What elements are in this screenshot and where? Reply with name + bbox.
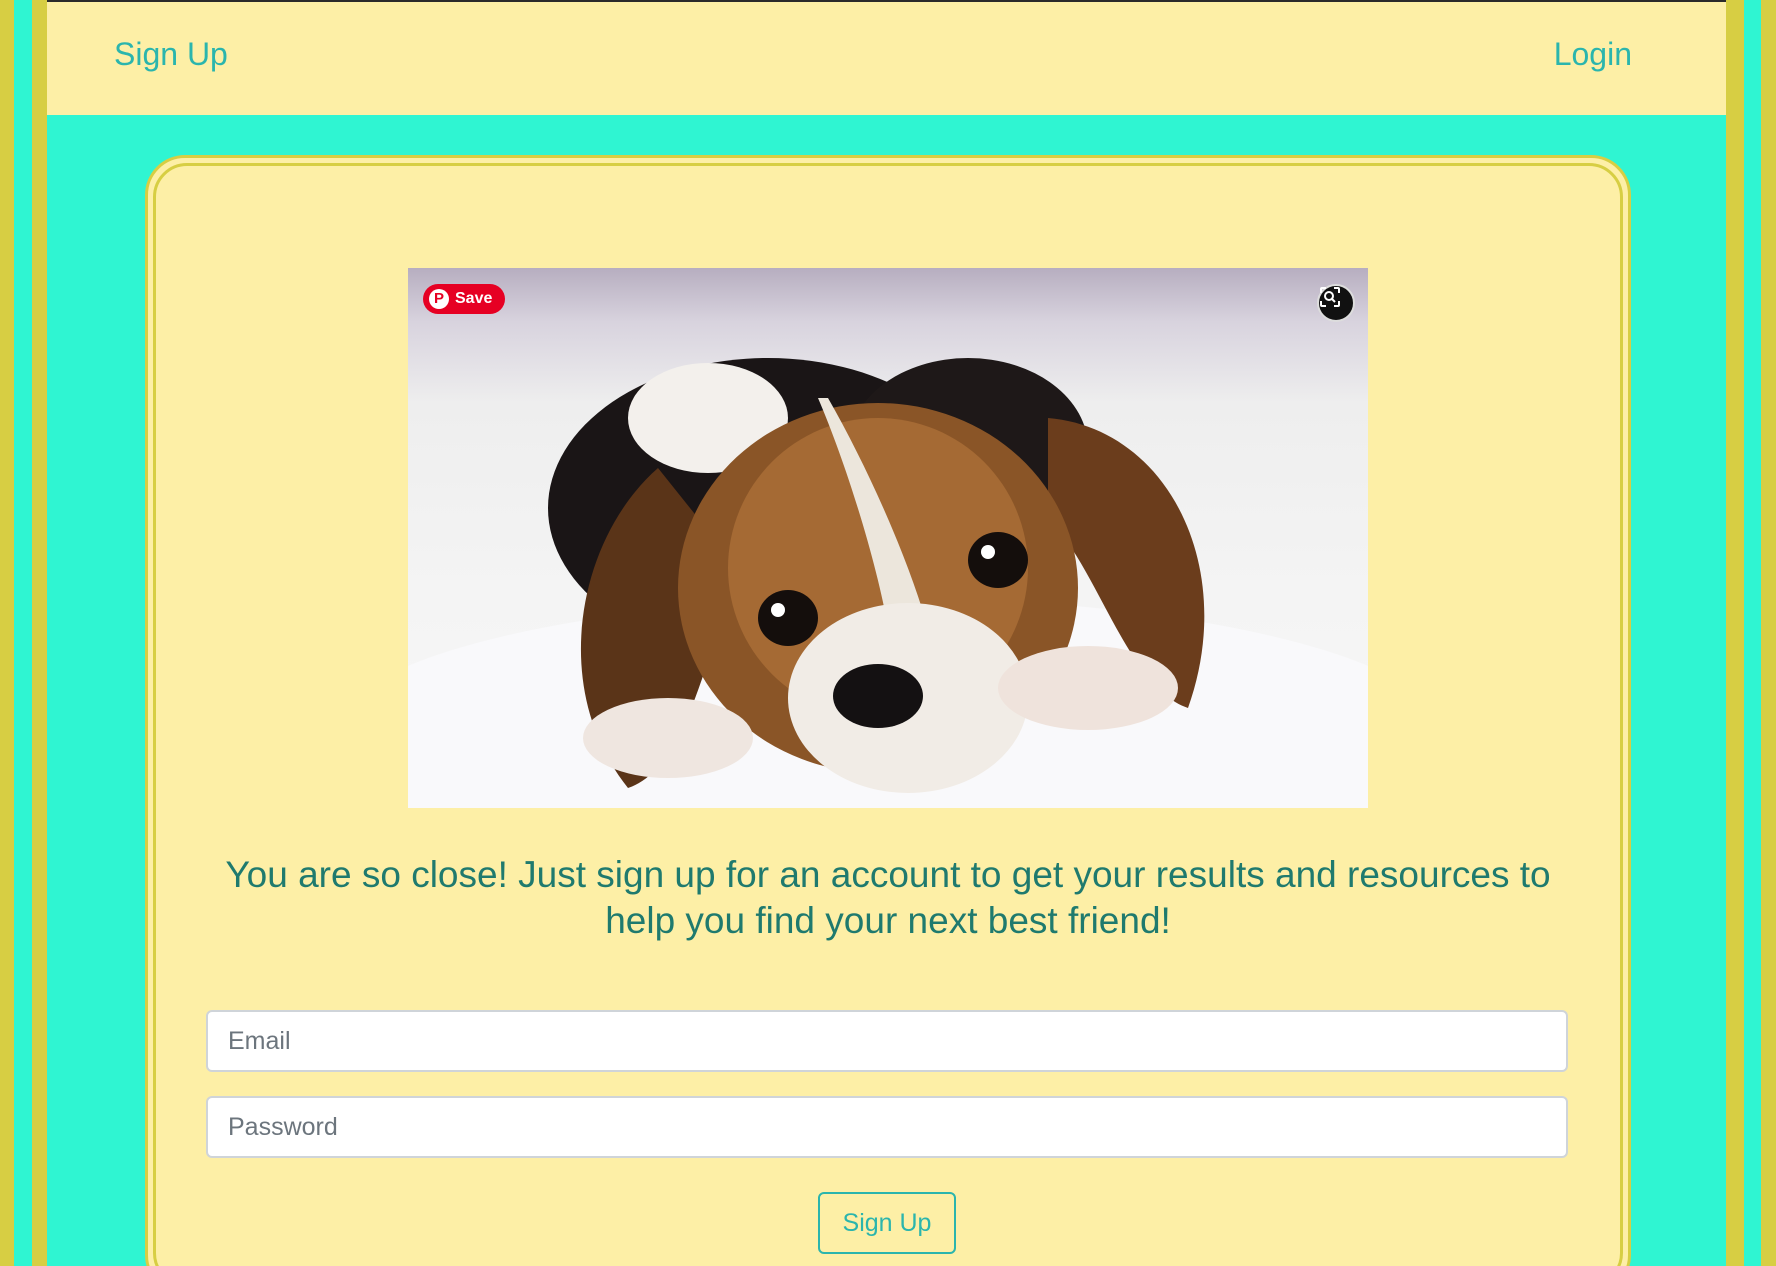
left-stripe-outer: [0, 0, 14, 1266]
visual-search-button[interactable]: [1317, 284, 1355, 322]
left-stripe-middle: [14, 0, 32, 1266]
password-field[interactable]: [206, 1096, 1568, 1158]
nav-login-link[interactable]: Login: [1554, 36, 1632, 73]
signup-submit-button[interactable]: Sign Up: [818, 1192, 956, 1254]
visual-search-icon: [1320, 287, 1340, 307]
signup-headline: You are so close! Just sign up for an ac…: [225, 854, 1551, 941]
nav-signup-link[interactable]: Sign Up: [114, 36, 228, 73]
pinterest-save-button[interactable]: P Save: [423, 284, 506, 314]
pinterest-save-label: Save: [455, 290, 493, 307]
left-stripe-inner: [32, 0, 47, 1266]
pinterest-icon: P: [429, 289, 449, 309]
puppy-photo: P Save: [408, 268, 1368, 808]
top-navbar: Sign Up Login: [47, 2, 1726, 115]
right-stripe-middle: [1744, 0, 1761, 1266]
right-stripe-outer: [1761, 0, 1776, 1266]
beagle-puppy-illustration: [408, 358, 1368, 808]
email-field[interactable]: [206, 1010, 1568, 1072]
right-stripe-inner: [1726, 0, 1744, 1266]
